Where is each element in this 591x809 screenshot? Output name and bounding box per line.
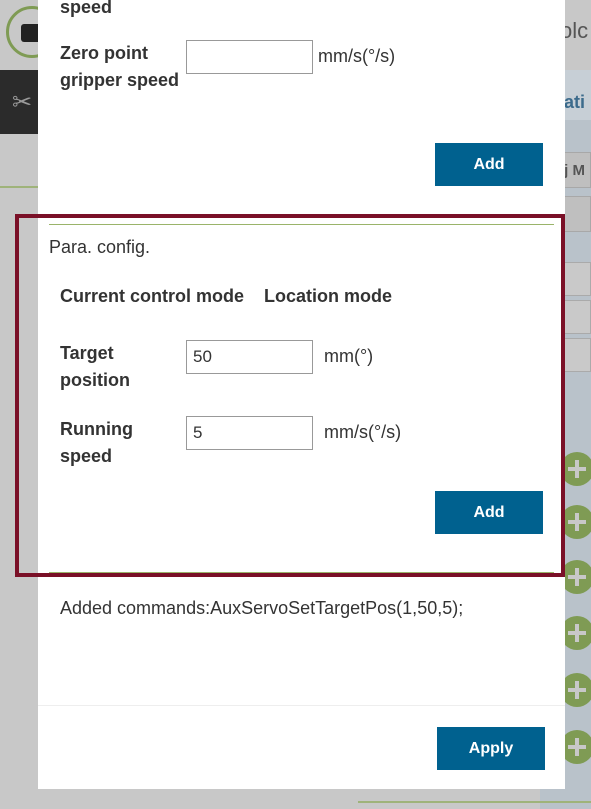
- bg-divider: [0, 186, 40, 188]
- cut-off-speed-label: speed: [60, 0, 113, 17]
- bg-toolbar: ✂: [0, 70, 40, 134]
- highlight-frame: [15, 214, 565, 577]
- zero-point-speed-label: Zero point gripper speed: [60, 43, 180, 90]
- zero-point-speed-unit: mm/s(°/s): [318, 46, 396, 66]
- added-commands-text: Added commands:AuxServoSetTargetPos(1,50…: [60, 598, 464, 618]
- scissors-icon: ✂: [12, 89, 33, 116]
- apply-button[interactable]: Apply: [437, 727, 545, 770]
- bg-header-fragment: ati: [564, 92, 586, 112]
- zero-point-speed-input[interactable]: [186, 40, 313, 74]
- bg-divider: [358, 801, 591, 803]
- add-button-zero-point[interactable]: Add: [435, 143, 543, 186]
- footer-divider: [38, 705, 565, 706]
